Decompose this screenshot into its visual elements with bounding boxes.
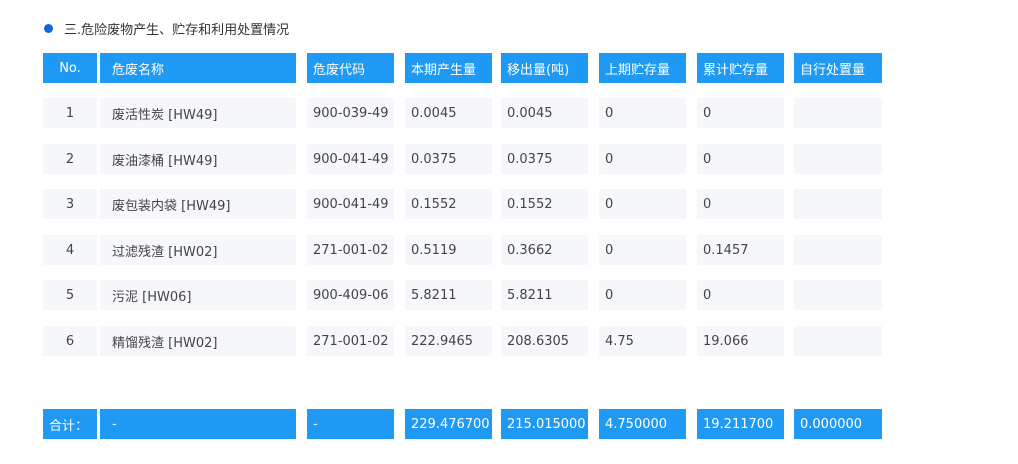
row-5-self-disposal bbox=[794, 280, 882, 310]
header-cum-stock: 累计贮存量 bbox=[697, 53, 784, 83]
row-3-name: 废包装内袋 [HW49] bbox=[100, 189, 296, 219]
row-2-self-disposal bbox=[794, 144, 882, 174]
row-4-no: 4 bbox=[43, 235, 97, 265]
row-6-prev-stock: 4.75 bbox=[599, 326, 686, 356]
row-2-removed: 0.0375 bbox=[501, 144, 588, 174]
header-code: 危废代码 bbox=[307, 53, 394, 83]
row-2-cum-stock: 0 bbox=[697, 144, 784, 174]
row-6-cum-stock: 19.066 bbox=[697, 326, 784, 356]
row-5-name: 污泥 [HW06] bbox=[100, 280, 296, 310]
row-1-no: 1 bbox=[43, 98, 97, 128]
row-6-no: 6 bbox=[43, 326, 97, 356]
row-3-removed: 0.1552 bbox=[501, 189, 588, 219]
row-5-no: 5 bbox=[43, 280, 97, 310]
header-no: No. bbox=[43, 53, 97, 83]
row-4-produced: 0.5119 bbox=[405, 235, 492, 265]
row-4-self-disposal bbox=[794, 235, 882, 265]
row-5-cum-stock: 0 bbox=[697, 280, 784, 310]
row-6-removed: 208.6305 bbox=[501, 326, 588, 356]
row-3-prev-stock: 0 bbox=[599, 189, 686, 219]
row-6-code: 271-001-02 bbox=[307, 326, 394, 356]
row-4-cum-stock: 0.1457 bbox=[697, 235, 784, 265]
row-2-produced: 0.0375 bbox=[405, 144, 492, 174]
row-1-self-disposal bbox=[794, 98, 882, 128]
row-1-code: 900-039-49 bbox=[307, 98, 394, 128]
header-name: 危废名称 bbox=[100, 53, 296, 83]
row-4-name: 过滤残渣 [HW02] bbox=[100, 235, 296, 265]
row-3-cum-stock: 0 bbox=[697, 189, 784, 219]
row-1-removed: 0.0045 bbox=[501, 98, 588, 128]
row-3-no: 3 bbox=[43, 189, 97, 219]
section-title-text: 三.危险废物产生、贮存和利用处置情况 bbox=[64, 22, 290, 38]
row-3-produced: 0.1552 bbox=[405, 189, 492, 219]
row-6-self-disposal bbox=[794, 326, 882, 356]
row-6-name: 精馏残渣 [HW02] bbox=[100, 326, 296, 356]
total-code: - bbox=[307, 409, 394, 439]
header-self-disposal: 自行处置量 bbox=[794, 53, 882, 83]
row-4-removed: 0.3662 bbox=[501, 235, 588, 265]
row-2-no: 2 bbox=[43, 144, 97, 174]
header-produced: 本期产生量 bbox=[405, 53, 492, 83]
row-3-code: 900-041-49 bbox=[307, 189, 394, 219]
row-5-prev-stock: 0 bbox=[599, 280, 686, 310]
row-3-self-disposal bbox=[794, 189, 882, 219]
row-1-prev-stock: 0 bbox=[599, 98, 686, 128]
total-cum-stock: 19.211700 bbox=[697, 409, 784, 439]
row-2-code: 900-041-49 bbox=[307, 144, 394, 174]
header-prev-stock: 上期贮存量 bbox=[599, 53, 686, 83]
row-1-name: 废活性炭 [HW49] bbox=[100, 98, 296, 128]
row-1-produced: 0.0045 bbox=[405, 98, 492, 128]
total-produced: 229.476700 bbox=[405, 409, 492, 439]
total-prev-stock: 4.750000 bbox=[599, 409, 686, 439]
total-self-disposal: 0.000000 bbox=[794, 409, 882, 439]
total-no: 合计： bbox=[43, 409, 97, 439]
total-name: - bbox=[100, 409, 296, 439]
row-2-name: 废油漆桶 [HW49] bbox=[100, 144, 296, 174]
row-5-removed: 5.8211 bbox=[501, 280, 588, 310]
section-title: 三.危险废物产生、贮存和利用处置情况 bbox=[44, 17, 289, 39]
row-4-prev-stock: 0 bbox=[599, 235, 686, 265]
bullet-dot-icon bbox=[44, 23, 53, 33]
row-5-code: 900-409-06 bbox=[307, 280, 394, 310]
row-2-prev-stock: 0 bbox=[599, 144, 686, 174]
row-6-produced: 222.9465 bbox=[405, 326, 492, 356]
row-1-cum-stock: 0 bbox=[697, 98, 784, 128]
header-removed: 移出量(吨) bbox=[501, 53, 588, 83]
total-removed: 215.015000 bbox=[501, 409, 588, 439]
row-5-produced: 5.8211 bbox=[405, 280, 492, 310]
row-4-code: 271-001-02 bbox=[307, 235, 394, 265]
